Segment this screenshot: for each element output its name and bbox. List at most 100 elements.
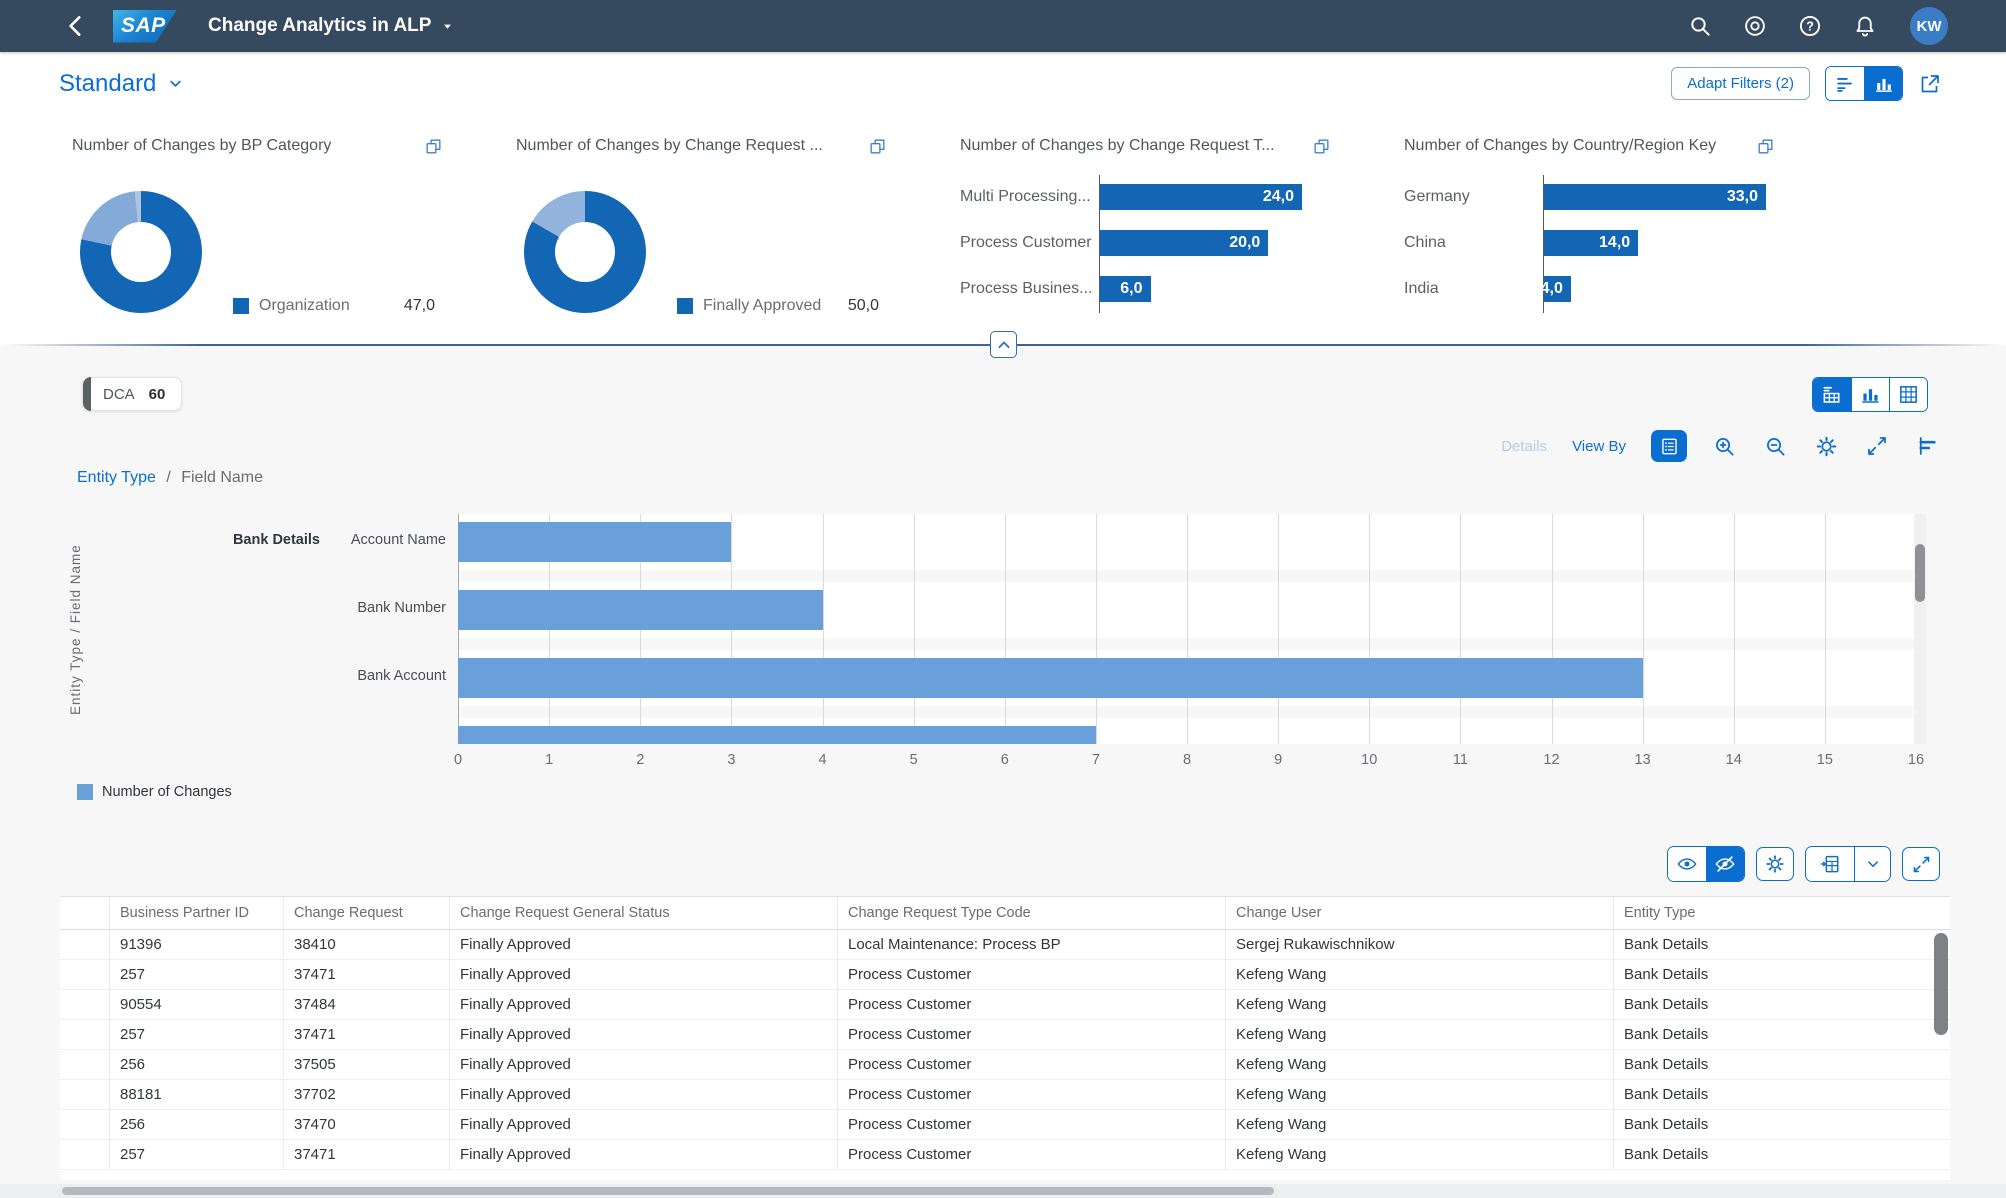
kpi-bar-row: Process Customer 20,0 (960, 230, 1302, 256)
table-only-view-button[interactable] (1889, 378, 1927, 411)
hide-details-eye-off-icon[interactable] (1706, 847, 1744, 881)
table-row[interactable]: 256 37505 Finally Approved Process Customer… (60, 1050, 1950, 1080)
kpi-bar[interactable]: 20,0 (1100, 230, 1269, 256)
copy-icon[interactable] (424, 136, 444, 156)
table-row[interactable]: 257 37471 Finally Approved Process Customer… (60, 1140, 1950, 1170)
kpi-bar[interactable]: 24,0 (1100, 184, 1302, 210)
chart-legend: Number of Changes (77, 784, 232, 800)
kpi-card-title: Number of Changes by Change Request ... (516, 137, 823, 154)
kpi-card-country-region[interactable]: Number of Changes by Country/Region Key … (1392, 115, 1836, 344)
column-header[interactable]: Change Request (284, 897, 450, 929)
donut-chart[interactable] (80, 191, 202, 313)
gridline (1733, 514, 1735, 744)
kpi-card-change-request-status[interactable]: Number of Changes by Change Request ... … (504, 115, 948, 360)
app-title: Change Analytics in ALP (208, 15, 432, 36)
column-header[interactable]: Change Request General Status (450, 897, 838, 929)
gridline (1460, 514, 1462, 744)
legend-toggle-button[interactable] (1651, 430, 1687, 462)
x-tick-label: 14 (1725, 752, 1742, 768)
x-tick-label: 0 (453, 752, 463, 768)
back-button[interactable] (63, 13, 89, 39)
details-visibility-toggle (1667, 846, 1745, 882)
drilldown-breadcrumb: Entity Type / Field Name (77, 469, 264, 486)
table-row[interactable]: 90554 37484 Finally Approved Process Custom… (60, 990, 1950, 1020)
row-selector-header[interactable] (60, 897, 110, 929)
chart-scrollbar[interactable] (1914, 514, 1926, 744)
donut-chart[interactable] (524, 191, 646, 313)
x-tick-label: 16 (1907, 752, 1925, 768)
column-header[interactable]: Change Request Type Code (838, 897, 1226, 929)
filter-view-button[interactable] (1826, 67, 1864, 100)
table-row[interactable]: 91396 38410 Finally Approved Local Maintena… (60, 930, 1950, 960)
table-toolbar (1667, 846, 1940, 882)
filter-bar: Standard Adapt Filters (2) (0, 52, 2006, 115)
chart-view-button[interactable] (1864, 67, 1902, 100)
kpi-card-bp-category[interactable]: Number of Changes by BP Category Organiz… (60, 115, 504, 406)
copy-icon[interactable] (1312, 136, 1332, 156)
kpi-bar[interactable]: 6,0 (1100, 276, 1151, 302)
hybrid-view-button[interactable] (1813, 378, 1851, 411)
user-avatar[interactable]: KW (1910, 7, 1948, 45)
table-fullscreen-icon[interactable] (1902, 847, 1940, 881)
breadcrumb-entity-type-link[interactable]: Entity Type (77, 469, 156, 486)
bar-bank-number[interactable] (458, 590, 823, 630)
app-title-menu[interactable]: Change Analytics in ALP (208, 15, 455, 37)
kpi-bar[interactable]: 4,0 (1541, 276, 1571, 302)
title-caret-icon (440, 19, 455, 34)
column-header[interactable]: Business Partner ID (110, 897, 284, 929)
horizontal-scrollbar-thumb[interactable] (62, 1187, 1274, 1195)
copy-icon[interactable] (868, 136, 888, 156)
kpi-card-row: Number of Changes by BP Category Organiz… (0, 115, 2006, 406)
joule-icon[interactable] (1742, 13, 1768, 39)
column-header[interactable]: Change User (1226, 897, 1614, 929)
table-row[interactable]: 88181 37702 Finally Approved Process Custom… (60, 1080, 1950, 1110)
chart-type-bar-icon[interactable] (1916, 433, 1942, 459)
legend-swatch (77, 784, 93, 800)
show-details-eye-icon[interactable] (1668, 847, 1706, 881)
chart-settings-gear-icon[interactable] (1814, 433, 1840, 459)
search-icon[interactable] (1687, 13, 1713, 39)
share-icon[interactable] (1918, 69, 1948, 99)
bar-account-name[interactable] (458, 522, 732, 562)
adapt-filters-button[interactable]: Adapt Filters (2) (1671, 67, 1810, 100)
zoom-out-icon[interactable] (1763, 433, 1789, 459)
gridline (1551, 514, 1553, 744)
table-row[interactable]: 256 37470 Finally Approved Process Customer… (60, 1110, 1950, 1140)
help-icon[interactable] (1797, 13, 1823, 39)
x-tick-label: 10 (1361, 752, 1378, 768)
x-tick-label: 2 (636, 752, 645, 768)
column-header[interactable]: Entity Type (1614, 897, 1950, 929)
export-dropdown-chevron-icon[interactable] (1854, 847, 1890, 881)
table-scrollbar-thumb[interactable] (1934, 933, 1948, 1035)
collapse-header-button[interactable] (990, 331, 1017, 358)
gridline (913, 514, 915, 744)
variant-selector[interactable]: Standard (59, 70, 185, 98)
kpi-card-change-request-type[interactable]: Number of Changes by Change Request T...… (948, 115, 1392, 344)
app-root: SAP Change Analytics in ALP KW Standard … (0, 0, 2006, 1198)
bar-bank-account[interactable] (458, 658, 1643, 698)
details-button[interactable]: Details (1501, 438, 1547, 455)
chart-fullscreen-icon[interactable] (1865, 433, 1891, 459)
copy-icon[interactable] (1756, 136, 1776, 156)
zoom-in-icon[interactable] (1712, 433, 1738, 459)
kpi-bar[interactable]: 33,0 (1544, 184, 1766, 210)
table-header-row: Business Partner ID Change Request Chang… (60, 897, 1950, 930)
bar-partial-next[interactable] (458, 726, 1096, 744)
gridline (1187, 514, 1188, 744)
kpi-bar-row: Multi Processing... 24,0 (960, 184, 1302, 210)
content-area: DCA 60 Details View By Entity Type / Fie… (0, 346, 2006, 1198)
chart-scrollbar-thumb[interactable] (1915, 544, 1925, 602)
notifications-bell-icon[interactable] (1852, 13, 1878, 39)
horizontal-scrollbar[interactable] (0, 1184, 2006, 1198)
gridline (1095, 514, 1097, 744)
table-settings-gear-icon[interactable] (1756, 847, 1794, 881)
table-row[interactable]: 257 37471 Finally Approved Process Customer… (60, 960, 1950, 990)
export-split-button (1805, 846, 1891, 882)
export-icon[interactable] (1806, 847, 1854, 881)
view-by-button[interactable]: View By (1572, 438, 1626, 455)
kpi-bar[interactable]: 14,0 (1544, 230, 1639, 256)
chart-only-view-button[interactable] (1851, 378, 1889, 411)
dca-filter-chip[interactable]: DCA 60 (82, 377, 183, 411)
x-tick-label: 15 (1816, 752, 1833, 768)
table-row[interactable]: 257 37471 Finally Approved Process Customer… (60, 1020, 1950, 1050)
